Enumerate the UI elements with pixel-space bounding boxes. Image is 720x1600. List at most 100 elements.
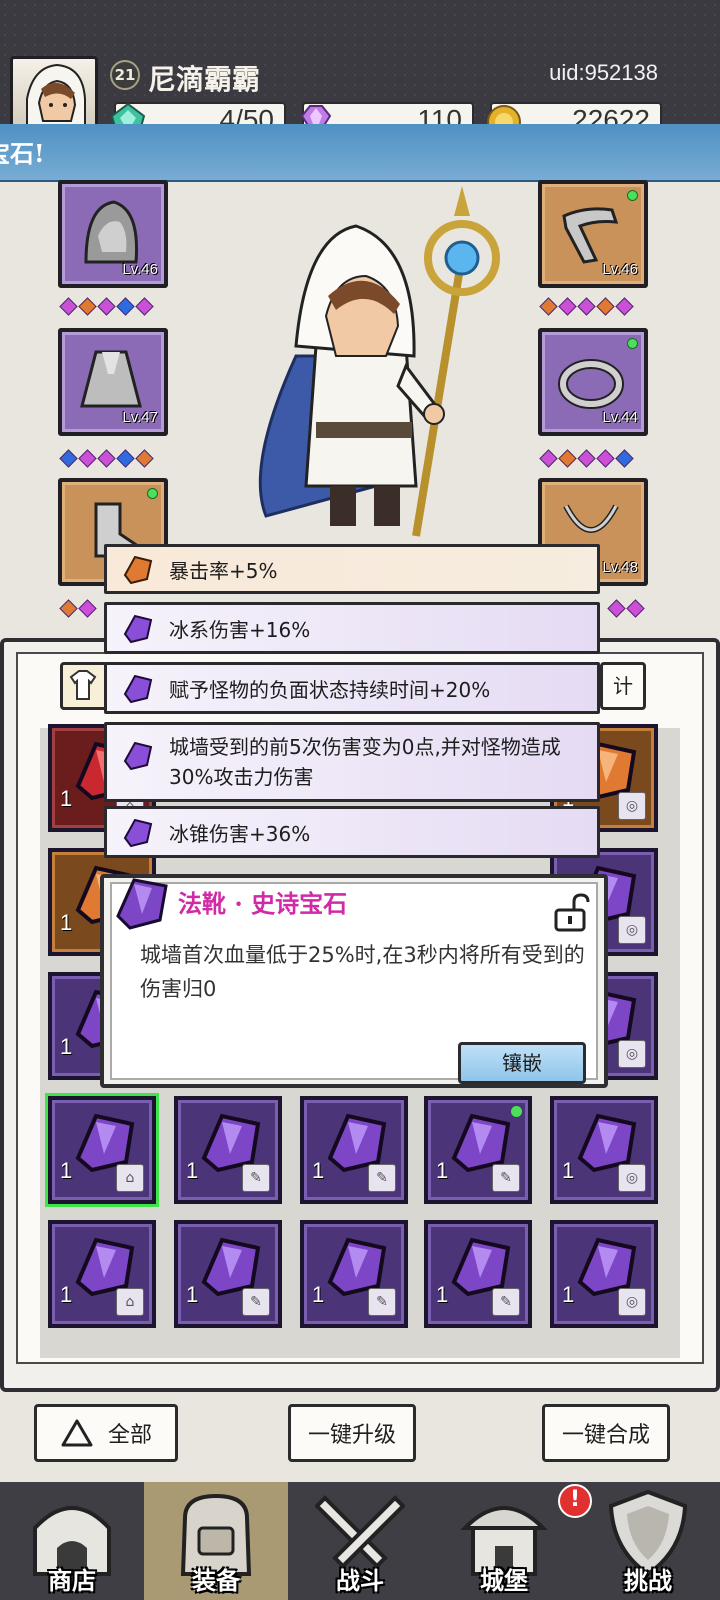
- socket-row-necklace: [607, 599, 645, 618]
- socket-gem: [78, 449, 97, 468]
- socket-row-ring: [539, 449, 634, 468]
- upgrade-indicator: [627, 338, 638, 349]
- gem-slot-type-icon: ✎: [242, 1164, 270, 1192]
- gem-slot[interactable]: 1◎: [550, 1220, 658, 1328]
- gem-slot-type-icon: ✎: [368, 1164, 396, 1192]
- gem-quantity: 1: [436, 1282, 449, 1307]
- socket-gem: [135, 449, 154, 468]
- socket-gem: [607, 599, 626, 618]
- gem-slot-type-icon: ◎: [618, 1040, 646, 1068]
- socket-gem: [626, 599, 645, 618]
- gem-slot-type-icon: ✎: [492, 1164, 520, 1192]
- gem-slot[interactable]: 1 ✎: [424, 1096, 532, 1204]
- socket-gem: [539, 449, 558, 468]
- attribute-row: 赋予怪物的负面状态持续时间+20%: [104, 662, 600, 714]
- gem-detail-title: 法靴 · 史诗宝石: [178, 889, 348, 918]
- socket-gem: [78, 297, 97, 316]
- gem-slot-type-icon: ⌂: [116, 1288, 144, 1316]
- gem-slot[interactable]: 1 ✎: [300, 1096, 408, 1204]
- orange-gem-icon: [123, 555, 153, 585]
- attribute-text: 冰系伤害+16%: [169, 617, 311, 642]
- nav-equip-label: 装备: [192, 1566, 240, 1595]
- attribute-text: 赋予怪物的负面状态持续时间+20%: [169, 677, 491, 702]
- socket-gem: [59, 449, 78, 468]
- equip-slot-cloak[interactable]: Lv.47: [58, 328, 168, 436]
- upgrade-all-label: 一键升级: [307, 1423, 396, 1448]
- socket-gem: [596, 297, 615, 316]
- gem-slot[interactable]: 1 ✎: [424, 1220, 532, 1328]
- nav-equip[interactable]: 装备: [144, 1482, 288, 1600]
- merge-all-label: 一键合成: [561, 1423, 650, 1448]
- nav-battle[interactable]: 战斗: [288, 1482, 432, 1600]
- filter-all-button[interactable]: 全部: [34, 1404, 178, 1462]
- socket-gem: [615, 297, 634, 316]
- hood-icon: [84, 200, 139, 264]
- attribute-text: 暴击率+5%: [169, 558, 278, 583]
- equip-slot-ring[interactable]: Lv.44: [538, 328, 648, 436]
- gem-quantity: 1: [186, 1282, 199, 1307]
- equip-slot-staff[interactable]: Lv.46: [538, 180, 648, 288]
- socket-row-cloak: [59, 449, 154, 468]
- slot-level: Lv.46: [602, 261, 638, 278]
- gem-quantity: 1: [60, 1158, 73, 1183]
- gem-slot[interactable]: 1⌂: [45, 1093, 159, 1207]
- gem-slot[interactable]: 1 ✎: [174, 1096, 282, 1204]
- slot-level: Lv.44: [602, 409, 638, 426]
- gem-quantity: 1: [312, 1282, 325, 1307]
- nav-shop[interactable]: 商店: [0, 1482, 144, 1600]
- equip-slot-hood[interactable]: Lv.46: [58, 180, 168, 288]
- upgrade-indicator: [511, 1106, 522, 1117]
- slot-level: Lv.48: [602, 559, 638, 576]
- socket-gem: [97, 449, 116, 468]
- socket-gem: [558, 297, 577, 316]
- socket-gem: [577, 449, 596, 468]
- inlay-button[interactable]: 镶嵌: [458, 1042, 586, 1084]
- slot-level: Lv.47: [122, 409, 158, 426]
- socket-gem: [615, 449, 634, 468]
- gem-slot[interactable]: 1 ✎: [174, 1220, 282, 1328]
- socket-row-boots: [59, 599, 97, 618]
- player-name: 尼滴霸霸: [148, 63, 261, 96]
- upgrade-all-button[interactable]: 一键升级: [288, 1404, 416, 1462]
- socket-row-hood: [59, 297, 154, 316]
- gem-slot[interactable]: 1◎: [550, 1096, 658, 1204]
- merge-all-button[interactable]: 一键合成: [542, 1404, 670, 1462]
- gem-quantity: 1: [436, 1158, 449, 1183]
- socket-gem: [135, 297, 154, 316]
- gem-quantity: 1: [60, 1282, 73, 1307]
- unlock-icon[interactable]: [550, 892, 590, 932]
- gem-detail-icon: [112, 874, 172, 930]
- socket-gem: [577, 297, 596, 316]
- cloak-icon: [80, 350, 142, 408]
- purple-gem-icon: [123, 741, 153, 771]
- nav-castle-label: 城堡: [480, 1566, 528, 1595]
- shirt-sparkle-icon: [69, 670, 97, 700]
- gem-quantity: 1: [562, 1282, 575, 1307]
- gem-slot-type-icon: ⌂: [116, 1164, 144, 1192]
- nav-castle[interactable]: 城堡: [432, 1482, 576, 1600]
- socket-gem: [596, 449, 615, 468]
- staff-icon: [562, 207, 619, 264]
- tab-stats[interactable]: 计: [600, 662, 646, 710]
- triangle-filter-icon: [61, 1419, 93, 1447]
- gem-slot-type-icon: ✎: [492, 1288, 520, 1316]
- socket-gem: [539, 297, 558, 316]
- attribute-row: 冰锥伤害+36%: [104, 806, 600, 858]
- gem-quantity: 1: [186, 1158, 199, 1183]
- gem-quantity: 1: [60, 1034, 73, 1059]
- gem-slot-type-icon: ◎: [618, 916, 646, 944]
- socket-row-staff: [539, 297, 634, 316]
- gem-slot-type-icon: ✎: [242, 1288, 270, 1316]
- notice-banner: 宝石!: [0, 124, 720, 182]
- attribute-row: 城墙受到的前5次伤害变为0点,并对怪物造成30%攻击力伤害: [104, 722, 600, 802]
- ring-icon: [558, 359, 624, 409]
- upgrade-indicator: [147, 488, 158, 499]
- attribute-text: 冰锥伤害+36%: [169, 821, 311, 846]
- gem-slot[interactable]: 1⌂: [48, 1220, 156, 1328]
- gem-slot[interactable]: 1 ✎: [300, 1220, 408, 1328]
- filter-all-label: 全部: [107, 1423, 152, 1448]
- socket-gem: [97, 297, 116, 316]
- nav-challenge[interactable]: 挑战: [576, 1482, 720, 1600]
- tab-sort[interactable]: [60, 662, 108, 710]
- hero-character: [226, 186, 526, 546]
